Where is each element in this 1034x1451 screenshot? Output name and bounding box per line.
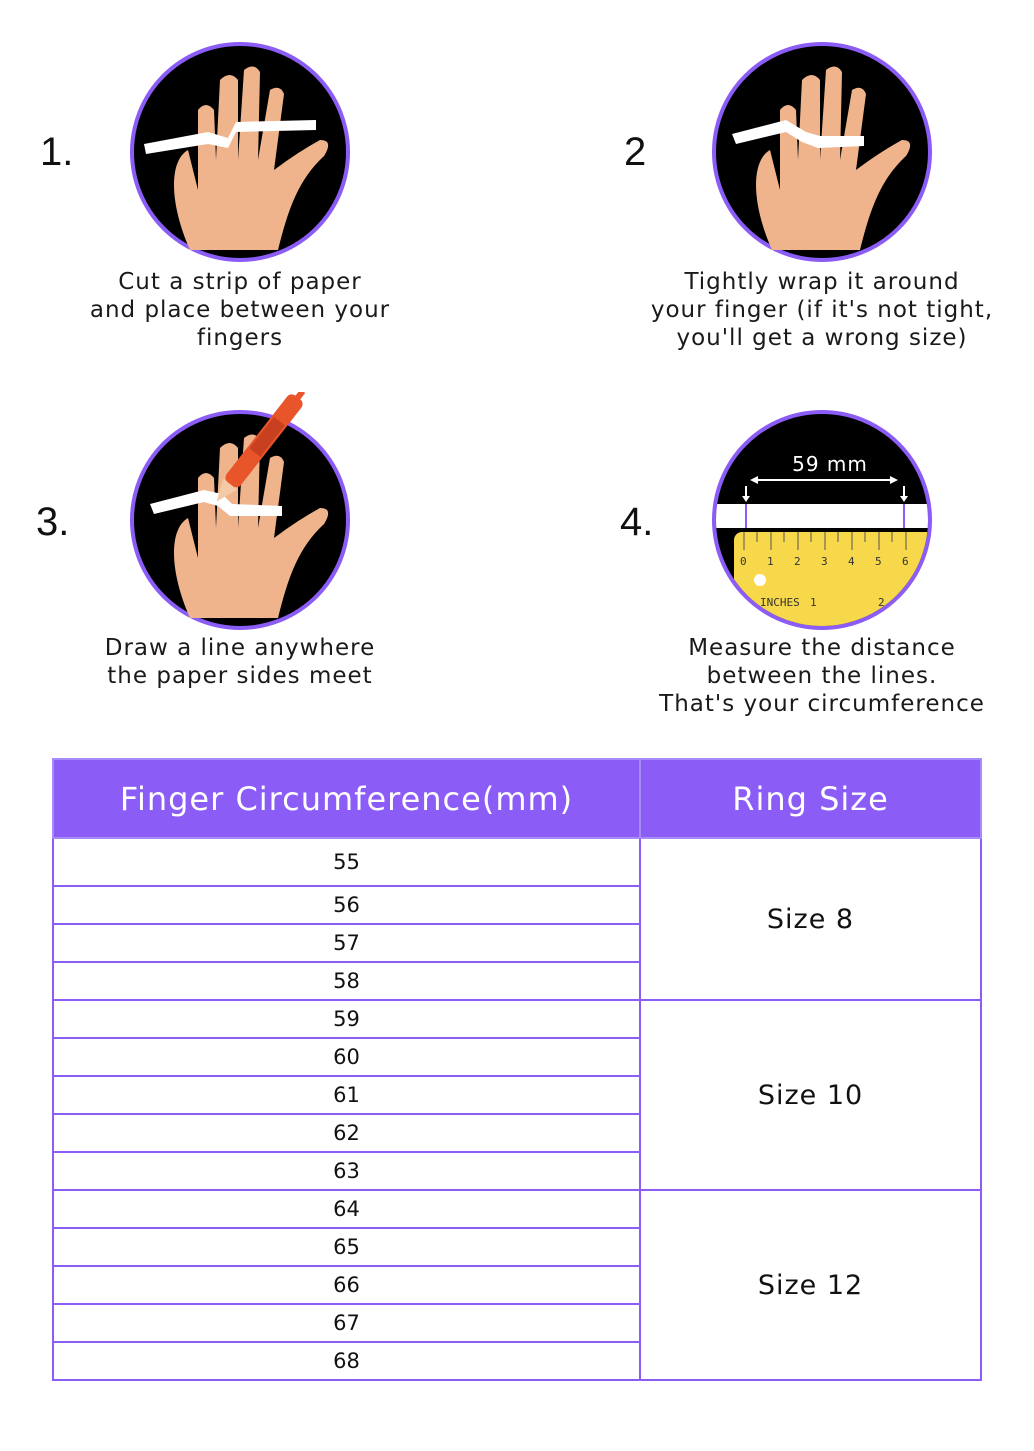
step-2-number: 2 [624, 130, 647, 174]
ruler-inches-row: INCHES 1 2 [760, 596, 900, 610]
hand-with-wrapped-strip-icon [712, 42, 932, 262]
circumference-cell: 59 [52, 999, 641, 1039]
step-3-caption: Draw a line anywhere the paper sides mee… [104, 635, 376, 689]
hand-with-paper-strip-icon [130, 42, 350, 262]
table-row: 59 Size 10 [52, 999, 982, 1191]
step-4-caption: Measure the distance between the lines. … [659, 635, 985, 717]
circumference-cell: 67 [52, 1303, 641, 1343]
circumference-cell: 55 [52, 837, 641, 887]
ruler-inch-tick: 1 [810, 596, 817, 609]
ring-size-cell: Size 10 [639, 999, 982, 1191]
circumference-cell: 60 [52, 1037, 641, 1077]
ring-size-cell: Size 12 [639, 1189, 982, 1381]
ruler-ticks: 0 1 2 3 4 5 6 [738, 555, 918, 569]
circumference-cell: 66 [52, 1265, 641, 1305]
circumference-cell: 68 [52, 1341, 641, 1381]
ruler-tick-label: 6 [902, 555, 909, 568]
ruler-tick-label: 0 [740, 555, 747, 568]
header-circumference: Finger Circumference(mm) [52, 758, 641, 839]
step-1-number: 1. [40, 130, 74, 174]
ruler-tick-label: 5 [875, 555, 882, 568]
circumference-cell: 65 [52, 1227, 641, 1267]
step-4-number: 4. [620, 500, 654, 544]
ruler-inches-label: INCHES [760, 596, 800, 609]
ruler-tick-label: 2 [794, 555, 801, 568]
circumference-cell: 56 [52, 885, 641, 925]
table-row: 64 Size 12 [52, 1189, 982, 1381]
ruler-tick-label: 4 [848, 555, 855, 568]
hand-with-pen-icon [130, 392, 350, 630]
step-1-caption: Cut a strip of paper and place between y… [89, 269, 391, 351]
table-header-row: Finger Circumference(mm) Ring Size [52, 758, 982, 839]
ring-size-cell: Size 8 [639, 837, 982, 1001]
ruler-tick-label: 1 [767, 555, 774, 568]
step-2-caption: Tightly wrap it around your finger (if i… [650, 269, 994, 351]
ruler-tick-label: 3 [821, 555, 828, 568]
circumference-cell: 58 [52, 961, 641, 1001]
ruler-inch-tick: 2 [878, 596, 885, 609]
header-ring-size: Ring Size [639, 758, 982, 839]
circumference-cell: 62 [52, 1113, 641, 1153]
circumference-cell: 57 [52, 923, 641, 963]
step-3-number: 3. [36, 500, 70, 544]
ruler-measure-label: 59 mm [792, 452, 868, 476]
circumference-cell: 63 [52, 1151, 641, 1191]
circumference-cell: 64 [52, 1189, 641, 1229]
ring-size-table: Finger Circumference(mm) Ring Size 55 Si… [52, 758, 982, 1381]
table-row: 55 Size 8 [52, 837, 982, 1001]
circumference-cell: 61 [52, 1075, 641, 1115]
